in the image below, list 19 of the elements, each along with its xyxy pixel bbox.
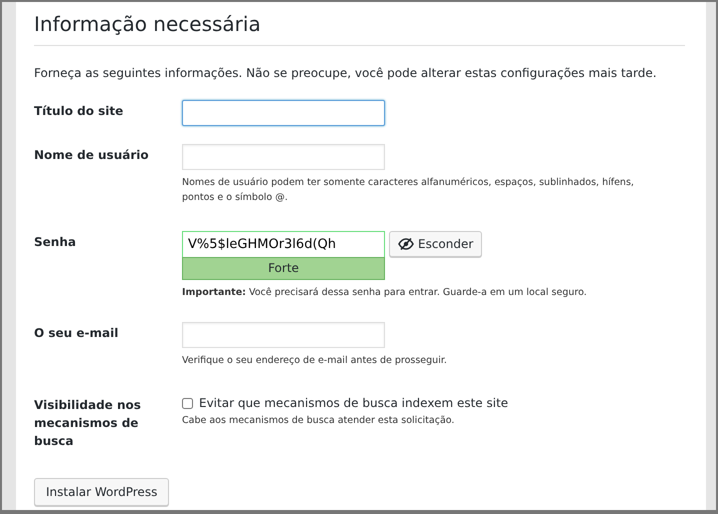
intro-text: Forneça as seguintes informações. Não se preocupe, você pode alterar estas configurações mais tarde. <box>34 66 658 80</box>
field-label: Título do site <box>34 103 124 120</box>
field-hint: Cabe aos mecanismos de busca atender esta solicitação. <box>182 414 456 428</box>
field-hint: Verifique o seu endereço de e-mail antes de prosseguir. <box>182 354 448 368</box>
field-label: O seu e-mail <box>34 325 120 342</box>
field-hint: Nomes de usuário podem ter somente caracteres alfanuméricos, espaços, sublinhados, hífens, pontos e o símbolo @. <box>182 176 635 205</box>
password-field[interactable]: V%5$leGHMOr3l6d(Qh <box>182 231 385 257</box>
hide-password-button[interactable]: Esconder <box>389 231 482 257</box>
field-label: Visibilidade nos mecanismos de busca <box>34 397 142 450</box>
password-note: Importante: Você precisará dessa senha para entrar. Guarde-a em um local seguro. <box>182 286 588 300</box>
strength-meter: Forte <box>182 257 385 280</box>
field-label: Nome de usuário <box>34 147 150 164</box>
page-title: Informação necessária <box>34 10 685 46</box>
text-field[interactable] <box>182 100 385 126</box>
checkbox[interactable] <box>182 398 193 408</box>
eye-slash-icon <box>398 238 414 250</box>
field-label: Senha <box>34 234 77 251</box>
checkbox-label[interactable]: Evitar que mecanismos de busca indexem este site <box>199 396 508 410</box>
install-button[interactable]: Instalar WordPress <box>34 478 170 506</box>
